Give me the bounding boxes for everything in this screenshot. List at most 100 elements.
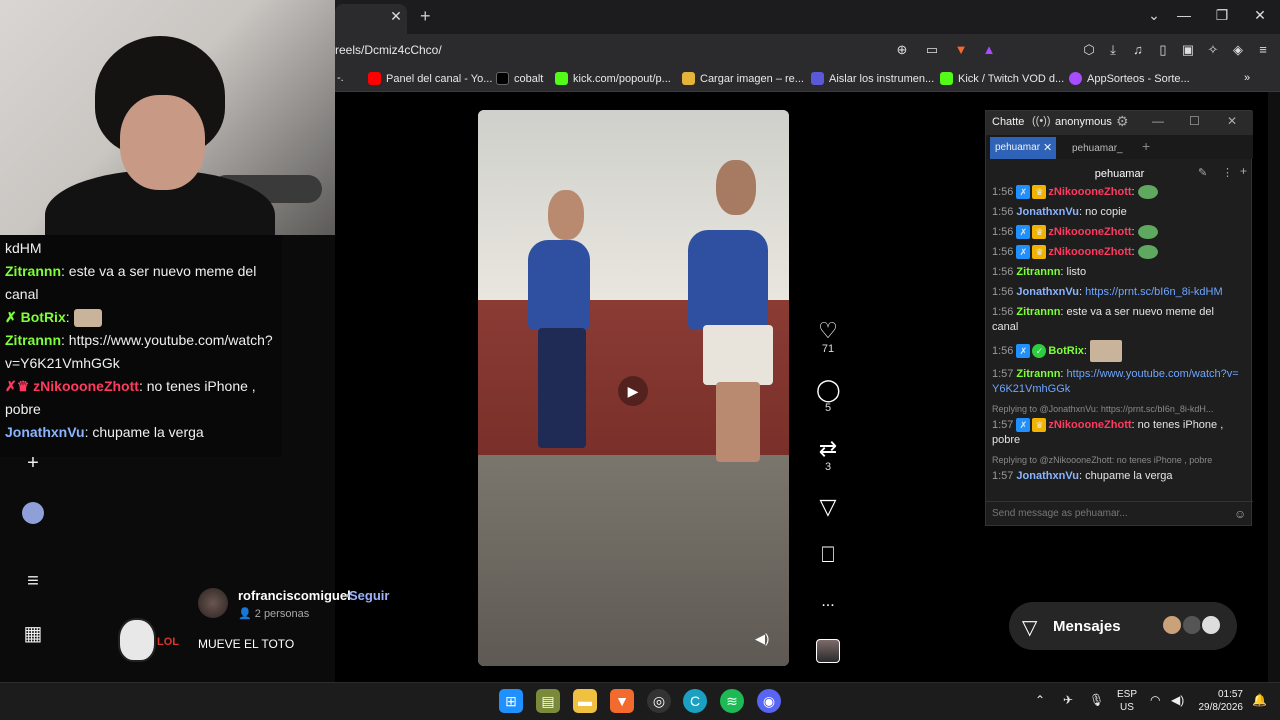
- chat-username: JonathxnVu: [5, 424, 85, 440]
- channel-header: pehuamar: [1094, 168, 1145, 180]
- collab-persons[interactable]: 👤 2 personas: [238, 607, 309, 620]
- grid-icon[interactable]: ▦: [22, 623, 44, 645]
- bookmark-item[interactable]: kick.com/popout/p...: [555, 72, 671, 85]
- close-window-button[interactable]: ✕: [1250, 7, 1270, 24]
- audio-thumbnail[interactable]: [816, 639, 840, 663]
- bookmark-icon: ⎕: [821, 542, 835, 567]
- menu-icon[interactable]: ≡: [1255, 42, 1271, 58]
- bookmark-item[interactable]: Aislar los instrumen...: [811, 72, 934, 85]
- heart-icon: ♡: [818, 318, 838, 343]
- file-explorer-icon[interactable]: ▬: [573, 689, 597, 713]
- bookmark-item[interactable]: Kick / Twitch VOD d...: [940, 72, 1064, 85]
- close-tab-icon[interactable]: ✕: [388, 8, 404, 25]
- maximize-button[interactable]: ❐: [1212, 7, 1232, 24]
- chat-line: ✗♛ zNikoooneZhott: no tenes iPhone , pob…: [5, 375, 277, 421]
- chat-message: 1:57 Zitrannn: https://www.youtube.com/wa…: [992, 368, 1239, 395]
- maximize-button[interactable]: ☐: [1189, 114, 1200, 128]
- brave-rewards-icon[interactable]: ▲: [981, 42, 997, 58]
- chat-text: kdHM: [5, 240, 42, 256]
- microphone-icon[interactable]: 🎙: [1089, 693, 1104, 707]
- bookmark-item[interactable]: AppSorteos - Sorte...: [1069, 72, 1190, 85]
- pepe-emote-icon: [1137, 185, 1158, 200]
- minimize-button[interactable]: —: [1174, 7, 1194, 23]
- download-icon[interactable]: ⤓: [1105, 42, 1121, 58]
- author-name[interactable]: rofranciscomiguel: [238, 588, 351, 603]
- obs-icon[interactable]: ◎: [647, 689, 671, 713]
- share-button[interactable]: ▽: [816, 495, 840, 519]
- cast-icon[interactable]: ▭: [924, 42, 940, 58]
- extensions-icon[interactable]: ⬡: [1081, 42, 1097, 58]
- tab-pehuamar-underscore[interactable]: pehuamar_: [1072, 143, 1123, 154]
- page-scrollbar[interactable]: [1268, 92, 1280, 682]
- tray-overflow-icon[interactable]: ⌃: [1035, 693, 1045, 707]
- chat-input[interactable]: Send message as pehuamar...: [986, 501, 1253, 527]
- chat-text: : chupame la verga: [84, 424, 204, 440]
- zoom-icon[interactable]: ⊕: [894, 42, 910, 58]
- language-indicator[interactable]: ESP US: [1117, 688, 1137, 714]
- volume-icon[interactable]: ◀): [755, 631, 769, 647]
- edit-icon[interactable]: ✎: [1198, 166, 1207, 179]
- tab-close-icon[interactable]: ✕: [1043, 141, 1052, 154]
- close-button[interactable]: ✕: [1227, 114, 1237, 128]
- vod-icon: [940, 72, 953, 85]
- minimize-button[interactable]: —: [1152, 114, 1164, 128]
- brave-shield-icon[interactable]: ▼: [953, 42, 969, 58]
- more-bookmarks-button[interactable]: »: [1244, 72, 1250, 84]
- comment-button[interactable]: ◯ 5: [816, 378, 841, 415]
- follow-button[interactable]: Seguir: [349, 588, 389, 603]
- dancer-right-legs: [716, 382, 760, 462]
- brave-browser-icon[interactable]: ▼: [610, 689, 634, 713]
- volume-icon[interactable]: ◀): [1171, 693, 1184, 707]
- menu-icon[interactable]: ≡: [22, 570, 44, 592]
- repost-button[interactable]: ⇄ 3: [816, 437, 840, 474]
- url-field[interactable]: reels/Dcmiz4cChco/: [335, 43, 442, 57]
- reel-video[interactable]: ▶ ◀): [478, 110, 789, 666]
- play-icon[interactable]: ▶: [618, 376, 648, 406]
- chat-line: Zitrannn: https://www.youtube.com/watch?…: [5, 329, 277, 375]
- chat-line: Zitrannn: este va a ser nuevo meme del c…: [5, 260, 277, 306]
- chat-link[interactable]: https://prnt.sc/bI6n_8i-kdHM: [1085, 286, 1223, 298]
- wallet-icon[interactable]: ▣: [1180, 42, 1196, 58]
- author-avatar[interactable]: [198, 588, 228, 618]
- notification-icon[interactable]: 🔔: [1252, 693, 1267, 707]
- chatterino-app-icon[interactable]: C: [683, 689, 707, 713]
- account-name[interactable]: anonymous: [1055, 116, 1112, 128]
- spotify-icon[interactable]: ≋: [720, 689, 744, 713]
- add-tab-button[interactable]: +: [1142, 138, 1150, 154]
- tab-list-chevron-icon[interactable]: ⌄: [1144, 7, 1164, 24]
- bookmark-item[interactable]: Panel del canal - Yo...: [368, 72, 492, 85]
- bookmark-item[interactable]: -.: [337, 72, 344, 84]
- clock[interactable]: 01:57 29/8/2026: [1197, 688, 1244, 714]
- save-button[interactable]: ⎕: [816, 543, 840, 567]
- more-icon: ...: [821, 593, 835, 610]
- new-tab-button[interactable]: +: [420, 6, 431, 27]
- reply-context[interactable]: Replying to @zNikoooneZhott: no tenes iP…: [992, 453, 1242, 468]
- like-button[interactable]: ♡ 71: [816, 318, 840, 356]
- pepe-emote-icon: [1137, 225, 1158, 240]
- discord-icon[interactable]: ◉: [757, 689, 781, 713]
- persons-label: 2 personas: [254, 608, 310, 620]
- avatar-icon[interactable]: [22, 502, 44, 524]
- pepe-emote-icon: [1137, 245, 1158, 260]
- vocal-remover-icon: [811, 72, 824, 85]
- emoji-icon[interactable]: ☺: [1234, 507, 1246, 521]
- wifi-icon[interactable]: ◠: [1150, 693, 1160, 707]
- plus-icon[interactable]: +: [22, 452, 44, 474]
- settings-gear-icon[interactable]: ⚙: [1116, 113, 1129, 130]
- leo-icon[interactable]: ✧: [1205, 42, 1221, 58]
- sidebar-toggle-icon[interactable]: ▯: [1155, 42, 1171, 58]
- widgets-icon[interactable]: ▤: [536, 689, 560, 713]
- windows-start-icon[interactable]: ⊞: [499, 689, 523, 713]
- reply-context[interactable]: Replying to @JonathxnVu: https://prnt.sc…: [992, 402, 1242, 417]
- media-icon[interactable]: ♫: [1130, 42, 1146, 58]
- tray-app-icon[interactable]: ✈: [1063, 693, 1073, 707]
- appsorteos-icon: [1069, 72, 1082, 85]
- bookmark-item[interactable]: cobalt: [496, 72, 543, 85]
- bookmark-item[interactable]: Cargar imagen – re...: [682, 72, 804, 85]
- channel-menu-icon[interactable]: ⋮: [1222, 166, 1233, 179]
- more-options-button[interactable]: ...: [816, 590, 840, 614]
- vpn-icon[interactable]: ◈: [1230, 42, 1246, 58]
- chat-username: ✗♛ zNikoooneZhott: [5, 378, 139, 394]
- split-add-icon[interactable]: +: [1240, 164, 1247, 178]
- kick-icon: [555, 72, 568, 85]
